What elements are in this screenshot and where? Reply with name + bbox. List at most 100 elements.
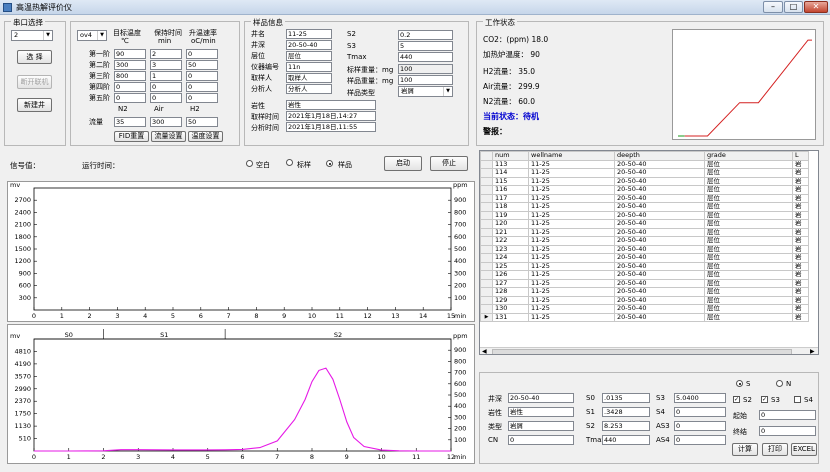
stage-rate-input[interactable]: 0 [186, 93, 218, 103]
table-cell[interactable]: 123 [492, 244, 529, 254]
start-point-input[interactable]: 0 [759, 410, 816, 420]
excel-button[interactable]: EXCEL [791, 443, 817, 456]
table-cell[interactable]: 20-50-40 [614, 287, 705, 297]
table-row[interactable]: 126 11-25 20-50-40 层位岩 [480, 270, 809, 280]
table-cell[interactable]: 130 [492, 304, 529, 314]
flow-settings-button[interactable]: 流量设置 [151, 131, 186, 142]
table-row[interactable]: ▶ 131 11-25 20-50-40 层位岩 [480, 312, 809, 322]
table-cell[interactable]: 20-50-40 [614, 168, 705, 178]
row-selector[interactable] [480, 185, 493, 195]
table-cell[interactable]: 岩 [792, 193, 809, 203]
table-cell[interactable]: 岩 [792, 236, 809, 246]
disconnect-button[interactable]: 断开联机 [17, 75, 52, 89]
table-cell[interactable]: 114 [492, 168, 529, 178]
scroll-right-icon[interactable]: ▶ [810, 348, 815, 354]
table-cell[interactable]: 11-25 [528, 295, 615, 305]
result-as3-input[interactable]: 0 [674, 421, 726, 431]
table-cell[interactable]: 11-25 [528, 193, 615, 203]
table-cell[interactable]: 层位 [704, 270, 793, 280]
horizontal-scrollbar[interactable]: ◀ ▶ [480, 347, 818, 354]
table-row[interactable]: 115 11-25 20-50-40 层位岩 [480, 176, 809, 186]
table-cell[interactable]: 11-25 [528, 270, 615, 280]
table-cell[interactable]: 岩 [792, 270, 809, 280]
table-cell[interactable]: 121 [492, 227, 529, 237]
table-cell[interactable]: 岩 [792, 261, 809, 271]
sample-type-select[interactable]: 岩屑 ▼ [398, 86, 453, 97]
table-cell[interactable]: 11-25 [528, 253, 615, 263]
layer-input[interactable]: 层位 [286, 51, 332, 61]
stage-hold-input[interactable]: 1 [150, 71, 182, 81]
column-header[interactable]: grade [704, 151, 793, 161]
row-selector[interactable] [480, 227, 493, 237]
sample-time-input[interactable]: 2021年1月18日,14:27 [286, 111, 376, 121]
table-row[interactable]: 130 11-25 20-50-40 层位岩 [480, 304, 809, 314]
table-cell[interactable]: 层位 [704, 287, 793, 297]
row-selector[interactable] [480, 210, 493, 220]
table-cell[interactable]: 115 [492, 176, 529, 186]
table-row[interactable]: 125 11-25 20-50-40 层位岩 [480, 261, 809, 271]
table-cell[interactable]: 20-50-40 [614, 159, 705, 169]
table-cell[interactable]: 岩 [792, 159, 809, 169]
sampler-input[interactable]: 取样人 [286, 73, 332, 83]
radio-blank[interactable] [246, 160, 253, 167]
table-cell[interactable]: 层位 [704, 202, 793, 212]
port-select[interactable]: 2 ▼ [11, 30, 53, 41]
stage-target-input[interactable]: 90 [114, 49, 146, 59]
start-button[interactable]: 启动 [384, 156, 422, 171]
table-row[interactable]: 113 11-25 20-50-40 层位岩 [480, 159, 809, 169]
table-row[interactable]: 114 11-25 20-50-40 层位岩 [480, 168, 809, 178]
table-row[interactable]: 127 11-25 20-50-40 层位岩 [480, 278, 809, 288]
calculate-button[interactable]: 计算 [732, 443, 758, 456]
table-cell[interactable]: 11-25 [528, 202, 615, 212]
table-row[interactable]: 119 11-25 20-50-40 层位岩 [480, 210, 809, 220]
table-cell[interactable]: 125 [492, 261, 529, 271]
table-cell[interactable]: 11-25 [528, 185, 615, 195]
row-selector[interactable] [480, 193, 493, 203]
table-cell[interactable]: 岩 [792, 244, 809, 254]
oven-select[interactable]: ov4 ▼ [77, 30, 107, 41]
table-cell[interactable]: 层位 [704, 227, 793, 237]
table-cell[interactable]: 113 [492, 159, 529, 169]
row-selector[interactable] [480, 287, 493, 297]
row-selector[interactable] [480, 168, 493, 178]
table-cell[interactable]: 116 [492, 185, 529, 195]
row-selector[interactable] [480, 176, 493, 186]
table-cell[interactable]: 11-25 [528, 304, 615, 314]
row-selector[interactable] [480, 295, 493, 305]
table-cell[interactable]: 层位 [704, 210, 793, 220]
table-cell[interactable]: 岩 [792, 185, 809, 195]
table-row[interactable]: 121 11-25 20-50-40 层位岩 [480, 227, 809, 237]
result-s4-input[interactable]: 0 [674, 407, 726, 417]
sample-records-grid[interactable]: num wellname deepth grade L 113 11-25 20-50-40 层… [479, 150, 819, 355]
table-cell[interactable]: 11-25 [528, 287, 615, 297]
column-header[interactable]: deepth [614, 151, 705, 161]
table-row[interactable]: 122 11-25 20-50-40 层位岩 [480, 236, 809, 246]
row-selector[interactable]: ▶ [480, 312, 493, 322]
table-cell[interactable]: 118 [492, 202, 529, 212]
checkbox-s3[interactable]: ✓ [761, 396, 768, 403]
table-cell[interactable]: 岩 [792, 312, 809, 322]
table-row[interactable]: 118 11-25 20-50-40 层位岩 [480, 202, 809, 212]
table-row[interactable]: 123 11-25 20-50-40 层位岩 [480, 244, 809, 254]
row-selector[interactable] [480, 159, 493, 169]
stage-target-input[interactable]: 0 [114, 93, 146, 103]
analysis-time-input[interactable]: 2021年1月18日,11:55 [286, 122, 376, 132]
stage-target-input[interactable]: 0 [114, 82, 146, 92]
result-lithology-input[interactable]: 岩性 [508, 407, 574, 417]
table-cell[interactable]: 层位 [704, 304, 793, 314]
table-cell[interactable]: 131 [492, 312, 529, 322]
table-cell[interactable]: 层位 [704, 236, 793, 246]
table-cell[interactable]: 岩 [792, 287, 809, 297]
table-cell[interactable]: 20-50-40 [614, 270, 705, 280]
table-cell[interactable]: 11-25 [528, 210, 615, 220]
table-cell[interactable]: 层位 [704, 193, 793, 203]
result-s3-input[interactable]: 5.0400 [674, 393, 726, 403]
table-cell[interactable]: 岩 [792, 202, 809, 212]
row-selector[interactable] [480, 236, 493, 246]
table-cell[interactable]: 岩 [792, 304, 809, 314]
table-cell[interactable]: 20-50-40 [614, 278, 705, 288]
new-well-button[interactable]: 新建井 [17, 98, 52, 112]
table-cell[interactable]: 11-25 [528, 244, 615, 254]
well-name-input[interactable]: 11-25 [286, 29, 332, 39]
scroll-left-icon[interactable]: ◀ [482, 348, 487, 354]
